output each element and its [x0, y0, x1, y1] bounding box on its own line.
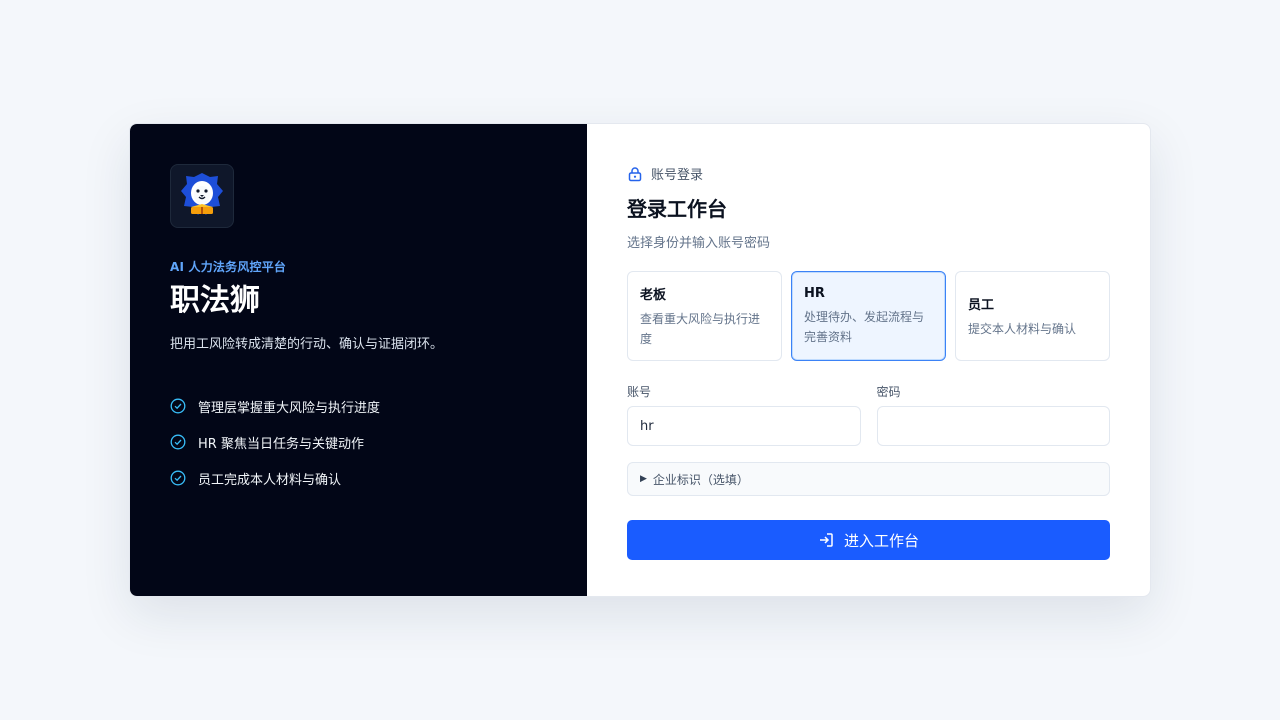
brand-panel: AI 人力法务风控平台 职法狮 把用工风险转成清楚的行动、确认与证据闭环。 管理…: [130, 124, 587, 596]
feature-item: 管理层掌握重大风险与执行进度: [170, 388, 547, 424]
role-description: 查看重大风险与执行进度: [640, 311, 761, 346]
lion-logo-icon: [170, 164, 234, 228]
role-name: 员工: [968, 297, 995, 313]
check-circle-icon: [170, 434, 186, 450]
password-input[interactable]: [876, 406, 1110, 446]
role-name: 老板: [640, 287, 667, 303]
role-description: 处理待办、发起流程与完善资料: [804, 309, 925, 344]
check-circle-icon: [170, 398, 186, 414]
feature-item: HR 聚焦当日任务与关键动作: [170, 424, 547, 460]
login-mode: 账号登录: [627, 164, 1110, 183]
login-card: AI 人力法务风控平台 职法狮 把用工风险转成清楚的行动、确认与证据闭环。 管理…: [129, 123, 1151, 597]
role-option-boss[interactable]: 老板 查看重大风险与执行进度: [627, 271, 782, 361]
password-label: 密码: [876, 385, 901, 399]
password-field: 密码: [876, 383, 1110, 446]
enter-workspace-label: 进入工作台: [843, 531, 919, 550]
brand-slogan: 把用工风险转成清楚的行动、确认与证据闭环。: [170, 337, 444, 352]
feature-item: 员工完成本人材料与确认: [170, 460, 547, 496]
role-selector: 老板 查看重大风险与执行进度 HR 处理待办、发起流程与完善资料 员工 提交本人…: [627, 271, 1110, 361]
credential-fields: 账号 密码: [627, 383, 1110, 446]
company-id-toggle[interactable]: ▶ 企业标识（选填）: [627, 462, 1110, 496]
brand-name: 职法狮: [170, 283, 260, 318]
feature-text: 管理层掌握重大风险与执行进度: [198, 400, 381, 416]
platform-subtitle: AI 人力法务风控平台: [170, 260, 287, 274]
role-option-employee[interactable]: 员工 提交本人材料与确认: [955, 271, 1110, 361]
lock-icon: [628, 166, 642, 181]
triangle-right-icon: ▶: [640, 474, 647, 484]
enter-workspace-button[interactable]: 进入工作台: [627, 520, 1110, 560]
account-input[interactable]: [627, 406, 861, 446]
login-arrow-icon: [819, 533, 833, 547]
feature-list: 管理层掌握重大风险与执行进度 HR 聚焦当日任务与关键动作 员工完成本人材料与确…: [170, 388, 547, 496]
check-circle-icon: [170, 470, 186, 486]
feature-text: HR 聚焦当日任务与关键动作: [198, 436, 364, 452]
page-description: 选择身份并输入账号密码: [627, 236, 771, 251]
role-description: 提交本人材料与确认: [968, 321, 1077, 336]
page-title: 登录工作台: [627, 197, 727, 221]
feature-text: 员工完成本人材料与确认: [198, 472, 342, 488]
account-label: 账号: [627, 385, 652, 399]
company-id-label: 企业标识（选填）: [652, 472, 749, 487]
role-option-hr[interactable]: HR 处理待办、发起流程与完善资料: [791, 271, 946, 361]
login-mode-label: 账号登录: [651, 168, 704, 183]
role-name: HR: [804, 285, 825, 301]
account-field: 账号: [627, 383, 861, 446]
login-panel: 账号登录 登录工作台 选择身份并输入账号密码 老板 查看重大风险与执行进度 HR…: [587, 124, 1150, 596]
